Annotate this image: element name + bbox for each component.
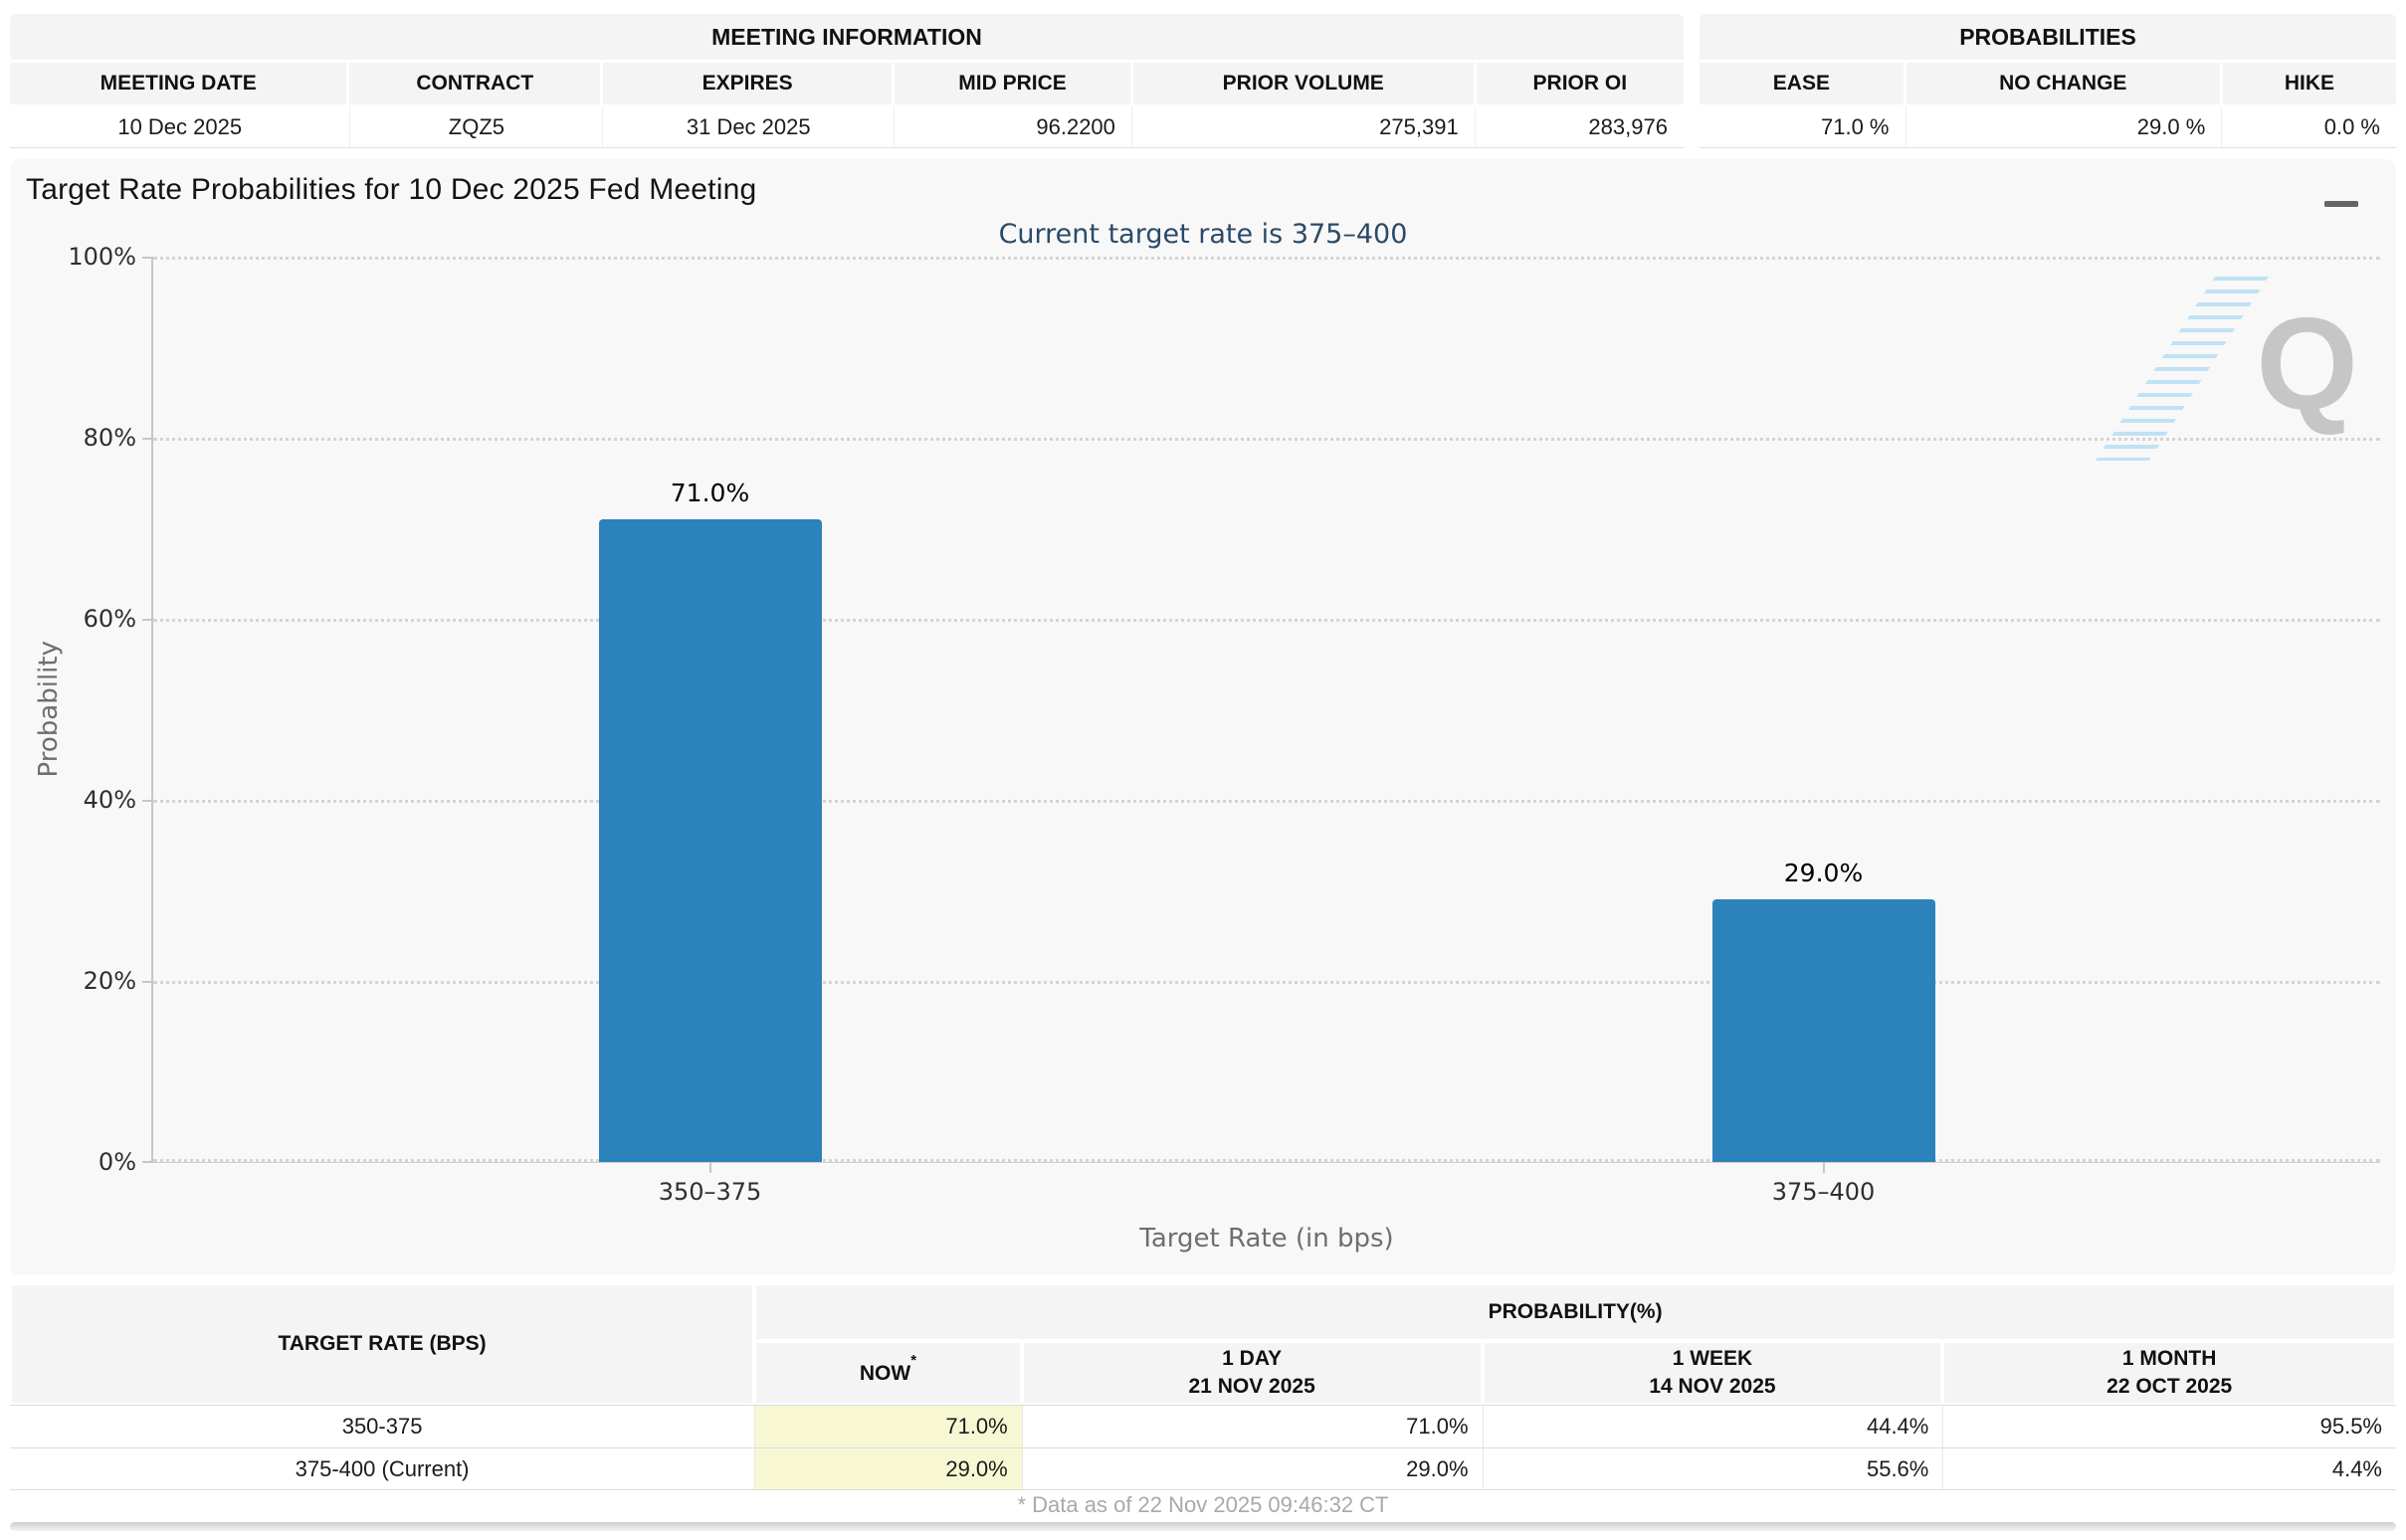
chart-subtitle: Current target rate is 375–400 [10,219,2396,250]
one-month-label: 1 MONTH [2122,1345,2217,1373]
column-header-mid-price: MID PRICE [895,63,1130,104]
gridline-20 [153,981,2380,984]
hike-value: 0.0 % [2221,106,2396,147]
rate-cell: 350-375 [10,1405,754,1447]
column-header-now: NOW* [754,1341,1022,1405]
column-header-meeting-date: MEETING DATE [10,63,346,104]
column-header-prior-volume: PRIOR VOLUME [1133,63,1474,104]
y-axis-title: Probability [32,257,66,1162]
one-month-probability-cell: 95.5% [1942,1405,2396,1447]
x-axis-title: Target Rate (in bps) [153,1224,2380,1253]
section-divider [10,1522,2396,1531]
one-week-probability-cell: 44.4% [1483,1405,1943,1447]
gridline-60 [153,619,2380,622]
gridline-0 [153,1159,2380,1162]
x-category-label-350-375: 350–375 [551,1178,870,1206]
meeting-information-header-row: MEETING DATE CONTRACT EXPIRES MID PRICE … [10,63,1684,104]
y-axis-title-text: Probability [34,641,64,777]
plot-area: 100% 80% 60% 40% 20% 0% Probability 71.0… [151,257,2380,1163]
gridline-80 [153,438,2380,441]
probabilities-header-row: EASE NO CHANGE HIKE [1700,63,2396,104]
no-change-value: 29.0 % [1905,106,2222,147]
expires-value: 31 Dec 2025 [602,106,894,147]
one-day-probability-cell: 71.0% [1022,1405,1483,1447]
bar-value-label: 71.0% [599,479,822,507]
column-header-1-month: 1 MONTH 22 OCT 2025 [1942,1341,2396,1405]
one-day-label: 1 DAY [1222,1345,1282,1373]
prior-oi-value: 283,976 [1475,106,1684,147]
column-header-prior-oi: PRIOR OI [1477,63,1684,104]
now-probability-cell: 71.0% [754,1405,1022,1447]
bar-value-label: 29.0% [1712,859,1935,887]
column-header-1-day: 1 DAY 21 NOV 2025 [1022,1341,1483,1405]
y-tick [142,800,152,802]
probabilities-title: PROBABILITIES [1700,14,2396,60]
one-day-date: 21 NOV 2025 [1189,1373,1315,1401]
hamburger-bar [2324,201,2358,207]
target-rate-chart-panel: Target Rate Probabilities for 10 Dec 202… [10,159,2396,1275]
column-header-expires: EXPIRES [603,63,892,104]
now-asterisk: * [910,1352,916,1369]
probability-group-header: PROBABILITY(%) [754,1283,2396,1341]
one-month-probability-cell: 4.4% [1942,1447,2396,1490]
mid-price-value: 96.2200 [894,106,1131,147]
rate-cell: 375-400 (Current) [10,1447,754,1490]
one-day-probability-cell: 29.0% [1022,1447,1483,1490]
one-month-date: 22 OCT 2025 [2106,1373,2232,1401]
chart-title: Target Rate Probabilities for 10 Dec 202… [26,173,756,207]
bar-375-400[interactable] [1712,899,1935,1162]
one-week-date: 14 NOV 2025 [1649,1373,1775,1401]
probability-history-table: TARGET RATE (BPS) PROBABILITY(%) NOW* 1 … [10,1283,2396,1490]
bar-350-375[interactable] [599,519,822,1162]
y-tick [142,1161,152,1163]
column-header-hike: HIKE [2223,63,2396,104]
column-header-no-change: NO CHANGE [1906,63,2220,104]
x-tick [709,1162,711,1173]
y-tick [142,438,152,440]
gridline-100 [153,257,2380,260]
hamburger-menu-icon[interactable] [2324,179,2360,211]
one-week-probability-cell: 55.6% [1483,1447,1943,1490]
target-rate-bps-header: TARGET RATE (BPS) [10,1283,754,1405]
meeting-information-data-row: 10 Dec 2025 ZQZ5 31 Dec 2025 96.2200 275… [10,106,1684,148]
now-probability-cell: 29.0% [754,1447,1022,1490]
y-tick [142,257,152,259]
meeting-date-value: 10 Dec 2025 [10,106,349,147]
column-header-contract: CONTRACT [349,63,600,104]
meeting-information-title: MEETING INFORMATION [10,14,1684,60]
contract-value: ZQZ5 [349,106,602,147]
data-as-of-footnote: * Data as of 22 Nov 2025 09:46:32 CT [0,1492,2406,1518]
x-tick [1823,1162,1825,1173]
y-tick [142,619,152,621]
one-week-label: 1 WEEK [1673,1345,1753,1373]
bar-column-375-400[interactable]: 29.0% [1712,257,1935,1162]
x-category-label-375-400: 375–400 [1665,1178,1983,1206]
meeting-information-table: MEETING INFORMATION MEETING DATE CONTRAC… [10,14,1684,148]
probabilities-summary-table: PROBABILITIES EASE NO CHANGE HIKE 71.0 %… [1700,14,2396,148]
ease-value: 71.0 % [1700,106,1905,147]
gridline-40 [153,800,2380,803]
prior-volume-value: 275,391 [1131,106,1475,147]
bar-column-350-375[interactable]: 71.0% [599,257,822,1162]
column-header-ease: EASE [1700,63,1904,104]
now-label: NOW [860,1362,910,1385]
probabilities-data-row: 71.0 % 29.0 % 0.0 % [1700,106,2396,148]
column-header-1-week: 1 WEEK 14 NOV 2025 [1483,1341,1943,1405]
y-tick [142,981,152,983]
